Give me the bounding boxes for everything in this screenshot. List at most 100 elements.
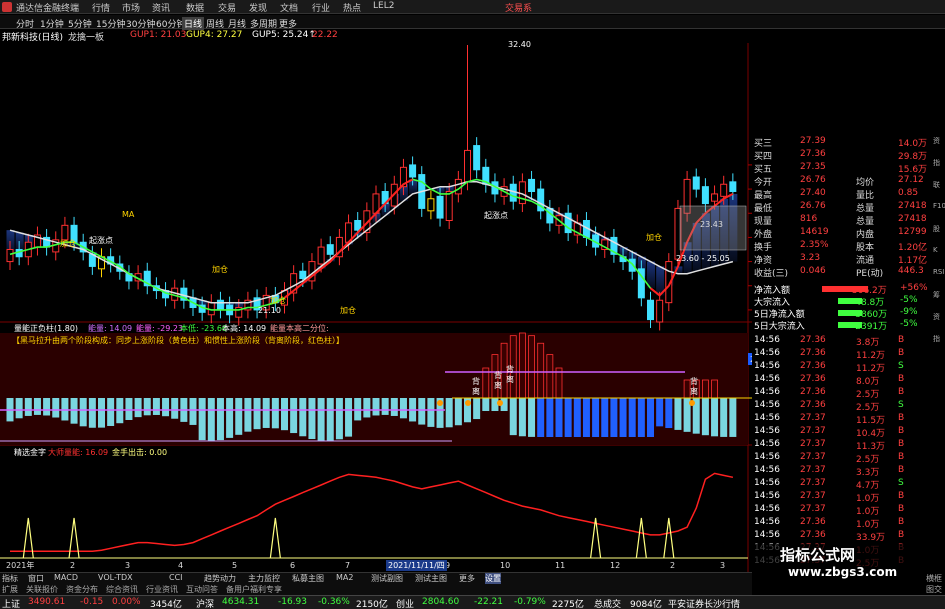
jiacang-label: 加仓	[212, 265, 228, 274]
indicator-tab[interactable]: VOL-TDX	[98, 573, 133, 582]
energy-bar-neg	[372, 398, 380, 416]
info-tab[interactable]: 关联报价	[26, 584, 58, 595]
energy-bar-neg	[308, 398, 316, 440]
side-label[interactable]: 横框	[926, 573, 942, 584]
ma-long-line	[9, 181, 734, 304]
quote-value2: 27418	[898, 214, 927, 224]
range-label: 23.60 - 25.05	[676, 254, 730, 263]
quote-value: 27.39	[800, 136, 826, 146]
quote-value: 27.40	[800, 188, 826, 198]
indicator-tab[interactable]: CCI	[169, 573, 183, 582]
trade-row: 14:56 27.36 33.9万 B	[752, 530, 934, 543]
indicator-tab-bar: 指标 窗口 MACD VOL-TDX CCI 趋势动力 主力监控 私募主图 MA2 测试副图 测试主…	[0, 572, 752, 584]
right-toolbar: 资指联 F10 股 K RSI 筹资指	[932, 136, 945, 436]
trade-volume: 4.7万	[856, 481, 880, 491]
indicator-tab[interactable]: 窗口	[28, 573, 44, 584]
quote-row: 最低 26.76 总量 27418	[752, 201, 934, 214]
info-tab[interactable]: 备用户福利专享	[226, 584, 282, 595]
jiacang-label: 加仓	[340, 306, 356, 315]
indicator-tab[interactable]: 测试副图	[371, 573, 403, 584]
total-volume-label: 总成交	[594, 600, 622, 609]
sh-index-label[interactable]: 上证	[2, 597, 20, 609]
candle-body	[656, 299, 664, 323]
cy-index-label[interactable]: 创业	[396, 597, 414, 609]
trade-side: S	[898, 400, 904, 410]
quote-row: 收益(三) 0.046 PE(动) 446.3	[752, 266, 934, 279]
energy-bar-neg	[573, 398, 581, 437]
energy-bar-neg	[628, 398, 636, 437]
divergence-label: 离	[494, 380, 502, 390]
energy-bar-neg	[564, 398, 572, 437]
energy-bar-neg	[226, 398, 234, 438]
indicator-tab[interactable]: 设置	[485, 573, 501, 584]
flow-pct: -5%	[900, 319, 918, 329]
info-tab[interactable]: 扩展	[2, 584, 18, 595]
quote-value: 0.046	[800, 266, 826, 276]
panel2-item: 能量本高二分位:	[270, 324, 329, 333]
gold-signal-spike	[269, 517, 281, 559]
side-tool-icon[interactable]: 指	[933, 158, 940, 168]
side-tool-icon[interactable]: 资	[933, 136, 940, 146]
trade-time: 14:56	[754, 465, 780, 475]
quote-label: 最高	[754, 191, 773, 201]
energy-bar-neg	[601, 398, 609, 437]
energy-bar-neg	[363, 398, 371, 418]
side-tool-icon[interactable]: 筹	[933, 290, 940, 300]
candle-body	[647, 299, 654, 321]
flow-label: 5日大宗流入	[754, 322, 805, 332]
panel2-name: 量能正负柱(1.80)	[14, 324, 79, 333]
quote-label2: 均价	[856, 178, 875, 188]
candle-body	[445, 191, 453, 221]
side-tool-icon[interactable]: 资	[933, 312, 940, 322]
indicator-tab[interactable]: 测试主图	[415, 573, 447, 584]
indicator-tab[interactable]: MACD	[54, 573, 78, 582]
side-tool-icon[interactable]: 股	[933, 224, 940, 234]
trade-row: 14:56 27.36 11.2万 S	[752, 361, 934, 374]
side-tool-icon[interactable]: K	[933, 246, 938, 254]
indicator-tab[interactable]: 私募主图	[292, 573, 324, 584]
side-tool-icon[interactable]: 指	[933, 334, 940, 344]
energy-bar-neg	[711, 398, 719, 437]
energy-bar-neg	[656, 398, 664, 427]
energy-bar-neg	[354, 398, 362, 421]
indicator-tab[interactable]: 更多	[459, 573, 475, 584]
candle-body	[701, 186, 709, 205]
indicator-tab[interactable]: 趋势动力	[204, 573, 236, 584]
quote-row: 买三 27.39 14.0万	[752, 136, 934, 149]
candle-body	[326, 244, 334, 255]
panel2-item: 本高: 14.09	[222, 324, 267, 333]
quote-row: 今开 26.76 均价 27.12	[752, 175, 934, 188]
quote-row: 换手 2.35% 股本 1.20亿	[752, 240, 934, 253]
trade-volume: 1.0万	[856, 494, 880, 504]
sz-index-label[interactable]: 沪深	[196, 597, 214, 609]
indicator-tab[interactable]: 指标	[2, 573, 18, 584]
trade-time: 14:56	[754, 504, 780, 514]
quote-value: 816	[800, 214, 818, 224]
quote-label: 今开	[754, 178, 773, 188]
total-volume: 9084亿	[630, 600, 662, 609]
jiacang-label: 加仓	[646, 233, 662, 242]
side-tool-icon[interactable]: 联	[933, 180, 940, 190]
candle-body	[464, 149, 471, 183]
panel3-name: 精选金字	[14, 448, 46, 457]
trade-time: 14:56	[754, 439, 780, 449]
energy-bar-neg	[399, 398, 407, 419]
info-tab[interactable]: 资金分布	[66, 584, 98, 595]
signal-dot	[437, 400, 443, 406]
info-tab[interactable]: 综合资讯	[106, 584, 138, 595]
side-tool-icon[interactable]: RSI	[933, 268, 944, 276]
side-tool-icon[interactable]: F10	[933, 202, 945, 210]
indicator-tab[interactable]: 主力监控	[248, 573, 280, 584]
flow-row: 5日大宗流入 -2391万 -5%	[752, 319, 934, 332]
trade-row: 14:56 27.37 3.3万 B	[752, 465, 934, 478]
energy-bar-neg	[290, 398, 298, 434]
info-tab[interactable]: 互动问答	[186, 584, 218, 595]
info-tab-bar: 扩展 关联报价 资金分布 综合资讯 行业资讯 互动问答 备用户福利专享	[0, 584, 752, 595]
energy-bar-neg	[33, 398, 41, 415]
quote-label: 买三	[754, 139, 773, 149]
trade-side: B	[898, 517, 905, 527]
info-tab[interactable]: 行业资讯	[146, 584, 178, 595]
indicator-tab[interactable]: MA2	[336, 573, 353, 582]
date-tick: 2	[670, 561, 675, 570]
trade-row: 14:56 27.36 3.8万 B	[752, 335, 934, 348]
